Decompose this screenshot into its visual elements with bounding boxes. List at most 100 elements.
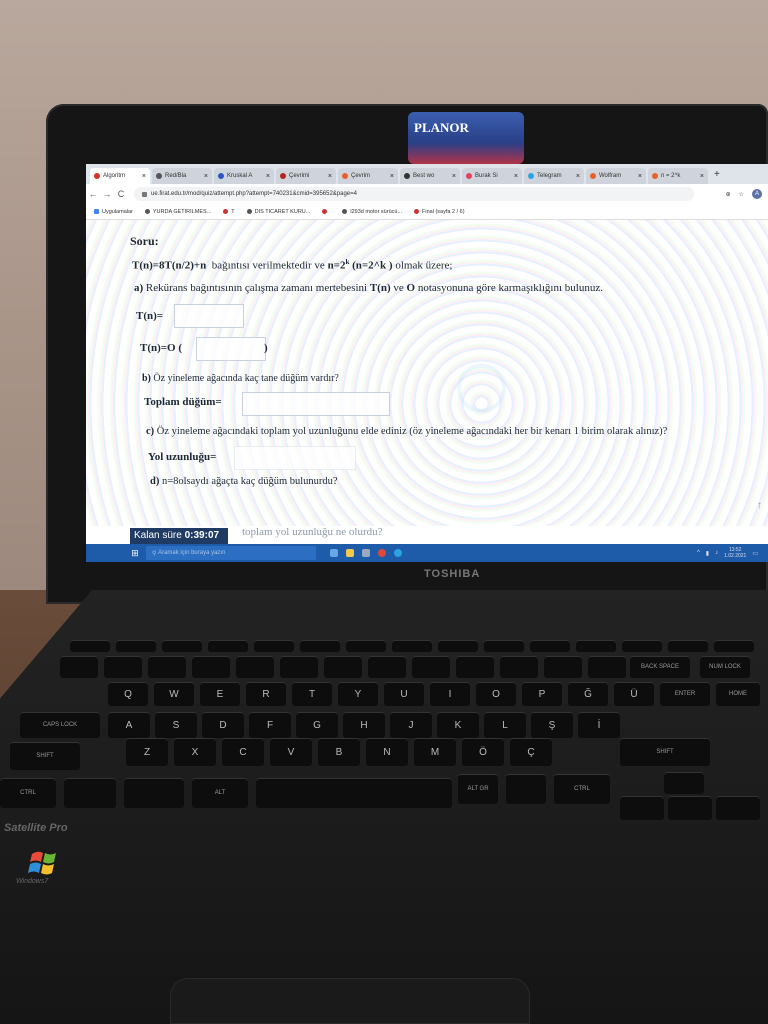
tab-favicon-icon (280, 173, 286, 179)
yol-answer-input[interactable] (234, 446, 356, 470)
tab-favicon-icon (466, 173, 472, 179)
recurrence-right: olmak üzere; (395, 259, 453, 272)
scroll-up-icon[interactable]: ↑ (757, 500, 762, 511)
browser-tab[interactable]: Telegram × (524, 168, 584, 184)
toplam-answer-input[interactable] (242, 392, 390, 416)
url-field[interactable]: ue.firat.edu.tr/mod/quiz/attempt.php?att… (134, 187, 694, 201)
reload-icon[interactable]: C (114, 189, 128, 199)
globe-icon (223, 208, 229, 214)
bookmark-label: Final (sayfa 2 / 6) (422, 208, 465, 215)
notification-icon[interactable]: ▭ (752, 550, 758, 557)
b-text: Öz yineleme ağacında kaç tane düğüm vard… (153, 373, 339, 384)
taskbar-search-box[interactable]: ⚲ Aramak için buraya yazın (146, 546, 316, 560)
to-label: T(n)=O ( (140, 342, 183, 354)
close-tab-icon[interactable]: × (204, 173, 208, 180)
a-text-2: ve (393, 282, 404, 294)
windows-flag-icon (28, 851, 56, 875)
close-tab-icon[interactable]: × (576, 173, 580, 180)
forward-icon[interactable]: → (100, 189, 114, 199)
tab-label: Best wo (413, 173, 435, 179)
tab-favicon-icon (652, 173, 658, 179)
telegram-icon[interactable] (394, 549, 402, 557)
recurrence-left: T(n)=8T(n/2)+n (132, 259, 207, 272)
question-a: a) Rekürans bağıntısının çalışma zamanı … (134, 282, 603, 294)
address-bar-row: ← → C ue.firat.edu.tr/mod/quiz/attempt.p… (86, 184, 768, 204)
file-explorer-icon[interactable] (346, 549, 354, 557)
bookmark-item[interactable]: Final (sayfa 2 / 6) (414, 209, 465, 215)
a-tn: T(n) (369, 282, 391, 294)
question-d: d) n=8olsaydı ağaçta kaç düğüm bulunurdu… (150, 476, 338, 487)
to-answer-input[interactable] (196, 337, 266, 361)
tab-label: Kruskal A (227, 173, 253, 179)
touchpad[interactable] (170, 978, 530, 1024)
recurrence-mid: bağıntısı verilmektedir ve (211, 259, 325, 272)
satellite-pro-label: Satellite Pro (4, 822, 68, 834)
n-exp: k (345, 258, 350, 266)
bookmarks-bar: Uygulamalar YURDA GETIRILMES... T DIS TICAR… (86, 204, 768, 220)
windows-taskbar: ⊞ ⚲ Aramak için buraya yazın ^ ▮ ♪ 13:52… (86, 544, 768, 562)
sticker-brand: PLANOR (414, 120, 469, 135)
back-icon[interactable]: ← (86, 189, 100, 199)
planor-sticker: PLANOR (408, 112, 524, 164)
apps-icon (94, 208, 99, 214)
tab-label: Red/Bla (165, 173, 187, 179)
profile-avatar[interactable]: A (752, 189, 762, 199)
d-text: n=8olsaydı ağaçta kaç düğüm bulunurdu? (161, 476, 338, 487)
search-placeholder: Aramak için buraya yazın (158, 550, 226, 556)
tn-answer-input[interactable] (174, 304, 244, 328)
d-label: d) (150, 476, 160, 487)
browser-tab[interactable]: Algoritm × (90, 168, 150, 184)
windows-start-icon[interactable]: ⊞ (128, 546, 142, 560)
browser-tab[interactable]: Kruskal A × (214, 168, 274, 184)
bookmark-item[interactable] (322, 208, 330, 215)
bookmark-label: DIS TICARET KURU... (254, 208, 311, 215)
windows7-label: Windows7 (16, 878, 49, 885)
b-label: b) (142, 373, 151, 384)
bookmark-item[interactable]: DIS TICARET KURU... (246, 208, 311, 215)
browser-tab[interactable]: Red/Bla × (152, 168, 212, 184)
tn-label: T(n)= (136, 310, 164, 322)
tray-arrow-icon[interactable]: ^ (697, 550, 700, 556)
close-tab-icon[interactable]: × (328, 173, 332, 180)
laptop-base (0, 590, 768, 1024)
volume-icon[interactable]: ♪ (715, 550, 718, 556)
chrome-icon[interactable] (378, 549, 386, 557)
tab-favicon-icon (404, 173, 410, 179)
star-icon[interactable]: ☆ (739, 191, 744, 198)
store-icon[interactable] (362, 549, 370, 557)
a-text-1: Rekürans bağıntısının çalışma zamanı mer… (145, 282, 368, 294)
browser-tab[interactable]: n = 2^k × (648, 168, 708, 184)
soru-heading: Soru: (130, 234, 159, 248)
browser-tab[interactable]: Çevrim × (338, 168, 398, 184)
browser-tab[interactable]: Burak Si × (462, 168, 522, 184)
taskbar-clock[interactable]: 13:52 1.02.2021 (724, 547, 746, 559)
close-tab-icon[interactable]: × (390, 173, 394, 180)
question-b: b) Öz yineleme ağacında kaç tane düğüm v… (142, 373, 339, 384)
close-tab-icon[interactable]: × (142, 173, 146, 180)
tab-label: Burak Si (475, 173, 498, 179)
a-o: O (406, 282, 416, 294)
new-tab-button[interactable]: + (714, 169, 720, 180)
bookmark-label: l293d motor sürücü... (350, 208, 403, 215)
tab-favicon-icon (94, 173, 100, 179)
browser-tab[interactable]: Wolfram × (586, 168, 646, 184)
bookmark-item[interactable]: l293d motor sürücü... (342, 209, 402, 215)
task-view-icon[interactable] (330, 549, 338, 557)
quiz-timer: Kalan süre 0:39:07 (130, 528, 228, 544)
bookmark-label: Uygulamalar (102, 208, 133, 215)
close-tab-icon[interactable]: × (700, 173, 704, 180)
close-tab-icon[interactable]: × (452, 173, 456, 180)
bookmark-item[interactable]: YURDA GETIRILMES... (144, 208, 212, 215)
bookmark-item[interactable]: Uygulamalar (94, 209, 133, 215)
timer-value: 0:39:07 (184, 530, 220, 541)
close-tab-icon[interactable]: × (266, 173, 270, 180)
bookmark-label: T (231, 208, 235, 215)
close-tab-icon[interactable]: × (514, 173, 518, 180)
browser-tab[interactable]: Best wo × (400, 168, 460, 184)
bookmark-label: YURDA GETIRILMES... (152, 208, 212, 215)
network-icon[interactable]: ▮ (706, 550, 709, 557)
browser-tab[interactable]: Çevrimi × (276, 168, 336, 184)
zoom-icon[interactable]: ⊕ (726, 191, 731, 198)
bookmark-item[interactable]: T (223, 208, 235, 215)
close-tab-icon[interactable]: × (638, 173, 642, 180)
